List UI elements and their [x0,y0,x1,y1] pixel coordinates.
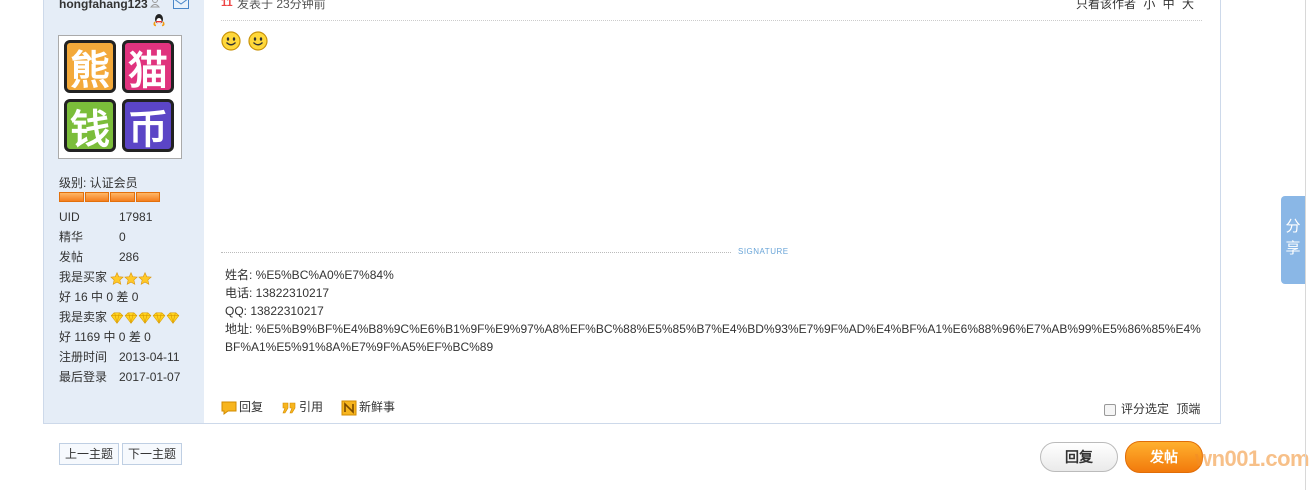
post-time: 发表于 23分钟前 [237,0,326,11]
diamond-icon [153,312,166,324]
stat-value[interactable]: 17981 [119,210,152,224]
page-edge [1305,0,1306,490]
seller-rating: 好 1169 中 0 差 0 [59,330,151,344]
buyer-stars[interactable] [110,270,153,285]
avatar-tile-3: 钱 [64,99,116,153]
reply-icon [221,401,237,415]
star-icon [138,271,153,285]
qq-icon[interactable] [152,13,166,27]
star-icon [110,271,125,285]
username-link[interactable]: hongfahang123 [59,0,148,11]
stat-digest: 精华 0 [59,230,126,250]
share-tab[interactable]: 分 享 [1281,196,1305,284]
news-action[interactable]: 新鲜事 [341,398,395,416]
diamond-icon [111,312,124,324]
quote-icon [282,402,296,414]
stat-key: 最后登录 [59,370,108,384]
stat-register: 注册时间 2013-04-11 [59,350,180,370]
stat-uid: UID 17981 [59,210,152,230]
user-online-icon[interactable] [150,0,160,8]
stat-value[interactable]: 286 [119,250,139,264]
buyer-label: 我是买家 [59,270,108,284]
quote-action[interactable]: 引用 [281,398,323,416]
rate-checkbox[interactable] [1104,403,1116,416]
stat-key: 发帖 [59,250,84,264]
buyer-rating: 好 16 中 0 差 0 [59,290,139,304]
reply-action[interactable]: 回复 [221,398,263,416]
reply-button[interactable]: 回复 [1040,442,1118,472]
smiley-icon [221,31,241,51]
back-to-top-link[interactable]: 顶端 [1176,402,1200,416]
signature-label: SIGNATURE [738,247,789,256]
signature-name: 姓名: %E5%BC%A0%E7%84% [225,268,394,282]
stat-posts: 发帖 286 [59,250,139,270]
watermark: wn001.com [1195,446,1310,471]
stat-value: 2013-04-11 [119,350,180,364]
post-header-tools: 只看该作者 小 中 大 [1076,0,1194,12]
post-header: 11 发表于 23分钟前 只看该作者 小 中 大 [221,0,1202,21]
stat-key: 精华 [59,230,84,244]
signature-address: 地址: %E5%B9%BF%E4%B8%9C%E6%B1%9F%E9%97%A8… [225,322,1201,354]
signature-qq: QQ: 13822310217 [225,304,324,318]
seller-diamonds[interactable] [110,310,180,325]
avatar-tile-1: 熊 [64,40,116,94]
news-action-label: 新鲜事 [359,400,396,414]
diamond-icon [167,312,180,324]
buyer-row: 我是买家 [59,270,153,290]
share-tab-char: 分 [1285,218,1301,235]
level-segment [84,192,109,202]
diamond-icon [139,312,152,324]
rate-select: 评分选定 顶端 [1104,400,1200,417]
new-post-button[interactable]: 发帖 [1125,441,1203,473]
level-segment [135,192,160,202]
only-author-link[interactable]: 只看该作者 [1076,0,1136,11]
stat-value: 2017-01-07 [119,370,181,384]
diamond-icon [125,312,138,324]
reply-action-label: 回复 [239,400,264,414]
font-size-links[interactable]: 小 中 大 [1143,0,1194,11]
post-container [43,0,1221,424]
stat-key: UID [59,210,80,224]
star-icon [124,271,139,285]
stat-last-login: 最后登录 2017-01-07 [59,370,180,390]
prev-topic-button[interactable]: 上一主题 [59,443,120,465]
news-icon [341,400,357,416]
signature-divider [221,252,731,253]
floor-icon: 11 [221,0,233,9]
stat-value[interactable]: 0 [119,230,126,244]
send-message-icon[interactable] [173,0,189,9]
signature-phone: 电话: 13822310217 [225,286,330,300]
quote-action-label: 引用 [299,400,324,414]
level-bar [59,192,160,202]
next-topic-button[interactable]: 下一主题 [122,443,183,465]
level-segment [110,192,135,202]
rate-label: 评分选定 [1121,402,1170,416]
level-segment [59,192,84,202]
smiley-icon [248,31,268,51]
share-tab-char: 享 [1285,240,1301,257]
avatar-tile-2: 猫 [122,40,174,94]
signature: 姓名: %E5%BC%A0%E7%84% 电话: 13822310217 QQ:… [225,266,1205,356]
avatar[interactable]: 熊 猫 钱 币 [58,35,182,159]
stat-key: 注册时间 [59,350,108,364]
seller-row: 我是卖家 [59,310,180,330]
avatar-tile-4: 币 [122,99,174,153]
user-level: 级别: 认证会员 [59,176,138,190]
seller-label: 我是卖家 [59,310,108,324]
